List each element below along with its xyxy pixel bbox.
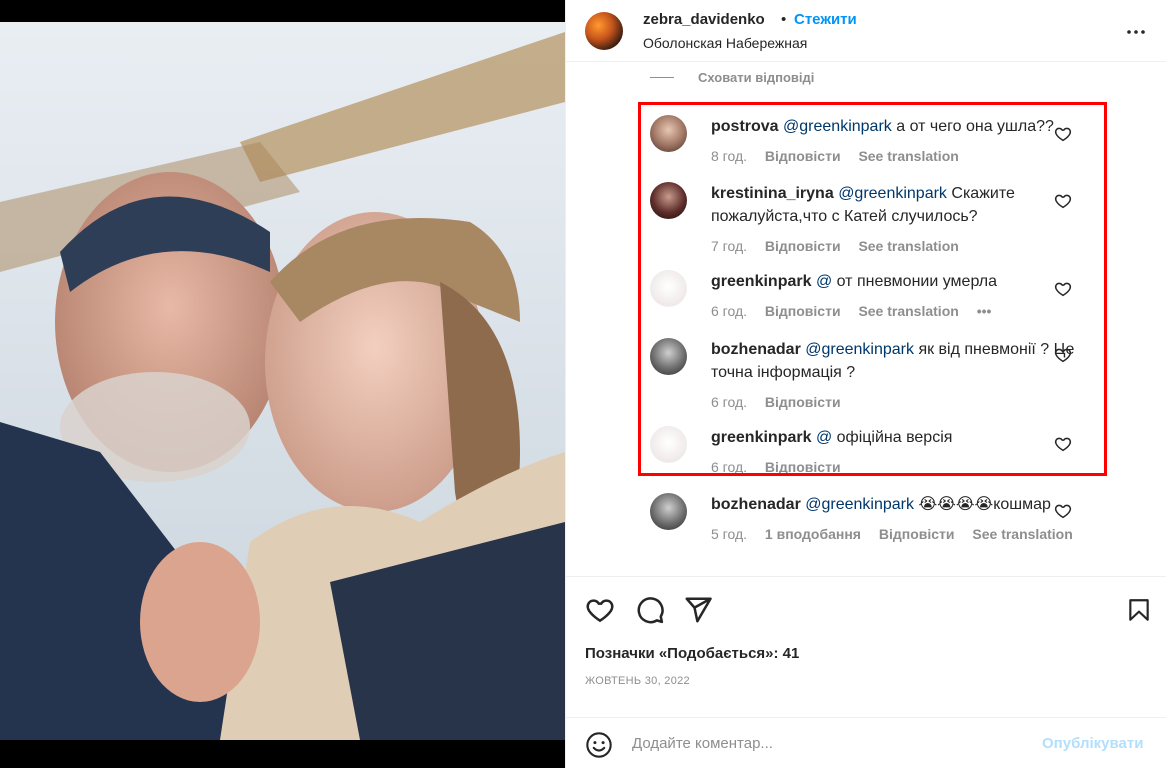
selfie-image bbox=[0, 22, 565, 740]
post-photo[interactable] bbox=[0, 0, 565, 768]
share-icon[interactable] bbox=[683, 595, 713, 625]
post-actions: Позначки «Подобається»: 41 ЖОВТЕНЬ 30, 2… bbox=[566, 576, 1166, 726]
add-comment-bar: Опублікувати bbox=[566, 717, 1166, 768]
reply-button[interactable]: Відповісти bbox=[879, 526, 955, 542]
mention-link[interactable]: @greenkinpark bbox=[805, 496, 914, 513]
post-location[interactable]: Оболонская Набережная bbox=[643, 35, 807, 51]
commenter-username[interactable]: bozhenadar bbox=[711, 496, 801, 513]
heart-icon[interactable] bbox=[1054, 502, 1072, 520]
comment-text: 😭😭😭😭кошмар bbox=[914, 496, 1051, 513]
post-panel: zebra_davidenko • Стежити Оболонская Наб… bbox=[565, 0, 1166, 768]
hide-replies-label: Сховати відповіді bbox=[698, 70, 815, 85]
see-translation-button[interactable]: See translation bbox=[972, 526, 1072, 542]
comment-icon[interactable] bbox=[635, 595, 665, 625]
highlight-box bbox=[638, 102, 1107, 476]
comment-input[interactable] bbox=[632, 728, 1052, 758]
commenter-avatar[interactable] bbox=[650, 493, 687, 530]
emoji-icon[interactable] bbox=[585, 731, 613, 759]
follow-button[interactable]: Стежити bbox=[794, 11, 857, 28]
heart-icon[interactable] bbox=[585, 595, 615, 625]
likes-count[interactable]: Позначки «Подобається»: 41 bbox=[585, 645, 799, 662]
publish-button[interactable]: Опублікувати bbox=[1042, 735, 1143, 752]
ellipsis-icon[interactable] bbox=[1124, 20, 1148, 44]
bookmark-icon[interactable] bbox=[1126, 595, 1152, 625]
post-date[interactable]: ЖОВТЕНЬ 30, 2022 bbox=[585, 675, 690, 687]
hide-replies-button[interactable]: Сховати відповіді bbox=[650, 68, 950, 88]
author-avatar[interactable] bbox=[585, 12, 623, 50]
author-username[interactable]: zebra_davidenko bbox=[643, 11, 765, 28]
separator-dot: • bbox=[781, 11, 787, 28]
post-header: zebra_davidenko • Стежити Оболонская Наб… bbox=[566, 0, 1166, 62]
divider-line bbox=[650, 77, 674, 78]
comment-time[interactable]: 5 год. bbox=[711, 526, 747, 542]
comment-likes-count[interactable]: 1 вподобання bbox=[765, 526, 861, 542]
